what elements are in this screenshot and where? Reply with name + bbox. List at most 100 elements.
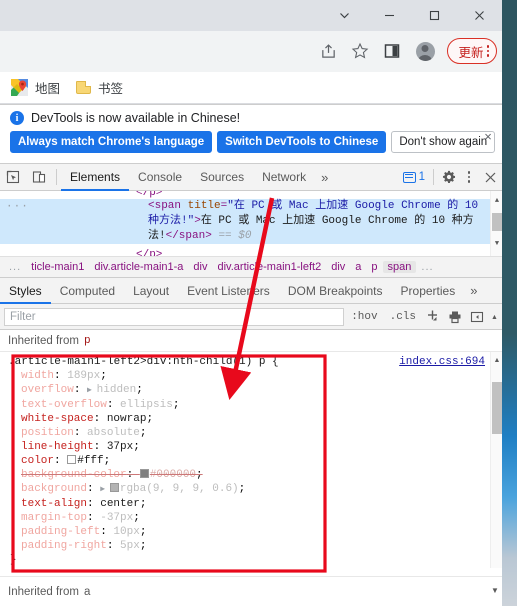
css-property-name[interactable]: overflow xyxy=(21,384,74,396)
more-tabs-icon[interactable]: » xyxy=(315,164,334,190)
css-property-name[interactable]: text-overflow xyxy=(21,399,107,411)
breadcrumb-item[interactable]: div xyxy=(326,261,350,273)
css-declaration[interactable]: position: absolute; xyxy=(8,426,502,440)
css-declaration[interactable]: text-align: center; xyxy=(8,497,502,511)
css-declaration[interactable]: padding-left: 10px; xyxy=(8,525,502,539)
css-source-link[interactable]: index.css:694 xyxy=(399,355,485,369)
scroll-down-icon[interactable]: ▼ xyxy=(489,586,501,595)
tab-network[interactable]: Network xyxy=(253,164,315,190)
breadcrumb-item[interactable]: div.article-main1-a xyxy=(89,261,188,273)
print-media-icon[interactable] xyxy=(445,307,465,327)
css-property-name[interactable]: text-align xyxy=(21,498,87,510)
side-panel-icon[interactable] xyxy=(377,36,407,66)
breadcrumb-trailing-ellipsis[interactable]: ... xyxy=(416,261,438,273)
bookmark-item-maps[interactable]: 地图 xyxy=(11,78,60,97)
css-property-name[interactable]: margin-top xyxy=(21,512,87,524)
kebab-menu-icon[interactable] xyxy=(486,45,489,57)
css-declaration[interactable]: overflow: ▶ hidden; xyxy=(8,383,502,398)
maximize-button[interactable] xyxy=(412,0,457,31)
tab-event-listeners[interactable]: Event Listeners xyxy=(178,278,279,303)
breadcrumb-item[interactable]: a xyxy=(350,261,366,273)
css-property-name[interactable]: color xyxy=(21,455,54,467)
css-property-value[interactable]: ellipsis xyxy=(120,399,173,411)
css-property-value[interactable]: 5px xyxy=(120,540,140,552)
css-property-name[interactable]: padding-right xyxy=(21,540,107,552)
css-property-value[interactable]: hidden xyxy=(97,384,137,396)
avatar[interactable] xyxy=(409,36,441,66)
css-property-value[interactable]: center xyxy=(100,498,140,510)
css-property-value[interactable]: 37px xyxy=(107,441,133,453)
css-declaration[interactable]: padding-right: 5px; xyxy=(8,539,502,553)
breadcrumb-leading-ellipsis[interactable]: ... xyxy=(4,261,26,273)
scroll-up-icon[interactable]: ▲ xyxy=(491,195,502,207)
plus-icon[interactable] xyxy=(423,307,443,327)
filter-input[interactable]: Filter xyxy=(4,307,345,326)
dont-show-again-button[interactable]: Don't show again xyxy=(391,131,496,153)
breadcrumb-item-active[interactable]: span xyxy=(382,261,417,273)
scroll-up-icon[interactable]: ▲ xyxy=(491,354,503,366)
breadcrumb-item[interactable]: div.article-main1-left2 xyxy=(212,261,326,273)
tab-console[interactable]: Console xyxy=(129,164,191,190)
css-property-name[interactable]: width xyxy=(21,370,54,382)
css-property-value[interactable]: 189px xyxy=(67,370,100,382)
color-swatch[interactable] xyxy=(139,469,149,478)
css-property-name[interactable]: background xyxy=(21,483,87,495)
dom-node-markup[interactable]: <span title="在 PC 或 Mac 上加速 Google Chrom… xyxy=(148,199,486,244)
more-sidebar-tabs-icon[interactable]: » xyxy=(464,278,483,303)
tab-properties[interactable]: Properties xyxy=(392,278,465,303)
always-match-language-button[interactable]: Always match Chrome's language xyxy=(10,131,213,153)
hover-state-button[interactable]: :hov xyxy=(346,307,382,327)
css-declaration[interactable]: width: 189px; xyxy=(8,369,502,383)
tab-elements[interactable]: Elements xyxy=(61,164,130,191)
toggle-sidebar-icon[interactable] xyxy=(467,307,487,327)
scrollbar-thumb[interactable] xyxy=(492,213,502,231)
css-property-name[interactable]: background-color xyxy=(21,469,127,481)
close-devtools-icon[interactable] xyxy=(478,164,502,190)
css-property-value[interactable]: -37px xyxy=(100,512,133,524)
css-property-value[interactable]: nowrap xyxy=(107,413,147,425)
dom-scrollbar[interactable]: ▲ ▼ xyxy=(490,191,502,256)
css-property-name[interactable]: position xyxy=(21,427,74,439)
device-toolbar-icon[interactable] xyxy=(26,164,52,190)
bookmark-item-folder[interactable]: 书签 xyxy=(76,78,123,97)
css-declaration[interactable]: margin-top: -37px; xyxy=(8,511,502,525)
css-property-value[interactable]: absolute xyxy=(87,427,140,439)
styles-scroll-up-icon[interactable]: ▲ xyxy=(489,312,500,321)
expand-triangle-icon[interactable]: ▶ xyxy=(100,485,110,494)
inspect-element-icon[interactable] xyxy=(0,164,26,190)
close-icon[interactable]: × xyxy=(481,129,495,144)
css-property-value[interactable]: #000000 xyxy=(150,469,196,481)
css-selector[interactable]: .article-main1-left2>div:nth-child(1) p … xyxy=(8,355,279,369)
minimize-button[interactable] xyxy=(367,0,412,31)
star-icon[interactable] xyxy=(345,36,375,66)
styles-scrollbar[interactable]: ▲ xyxy=(490,352,502,568)
css-declaration[interactable]: line-height: 37px; xyxy=(8,440,502,454)
share-icon[interactable] xyxy=(313,36,343,66)
css-property-value[interactable]: 10px xyxy=(113,526,139,538)
tab-layout[interactable]: Layout xyxy=(124,278,178,303)
css-property-name[interactable]: line-height xyxy=(21,441,94,453)
kebab-menu-icon[interactable] xyxy=(460,164,478,190)
issues-badge[interactable]: 1 xyxy=(399,164,429,190)
css-declaration[interactable]: background-color: #000000; xyxy=(8,468,502,482)
tab-sources[interactable]: Sources xyxy=(191,164,253,190)
switch-devtools-chinese-button[interactable]: Switch DevTools to Chinese xyxy=(217,131,387,153)
scrollbar-thumb[interactable] xyxy=(492,382,502,434)
tab-dom-breakpoints[interactable]: DOM Breakpoints xyxy=(279,278,392,303)
close-button[interactable] xyxy=(457,0,502,31)
css-declaration[interactable]: white-space: nowrap; xyxy=(8,412,502,426)
css-declaration[interactable]: background: ▶ rgba(9, 9, 9, 0.6); xyxy=(8,482,502,497)
css-property-value[interactable]: #fff xyxy=(77,455,103,467)
breadcrumb-item[interactable]: ticle-main1 xyxy=(26,261,89,273)
breadcrumb-item[interactable]: div xyxy=(188,261,212,273)
css-property-name[interactable]: padding-left xyxy=(21,526,100,538)
tab-search-button[interactable] xyxy=(322,0,367,31)
css-property-name[interactable]: white-space xyxy=(21,413,94,425)
css-declaration[interactable]: color: #fff; xyxy=(8,454,502,468)
tab-computed[interactable]: Computed xyxy=(51,278,124,303)
update-button[interactable]: 更新 xyxy=(447,38,497,64)
color-swatch[interactable] xyxy=(109,483,119,492)
element-classes-button[interactable]: .cls xyxy=(385,307,421,327)
tab-styles[interactable]: Styles xyxy=(0,278,51,304)
scroll-down-icon[interactable]: ▼ xyxy=(491,238,502,250)
